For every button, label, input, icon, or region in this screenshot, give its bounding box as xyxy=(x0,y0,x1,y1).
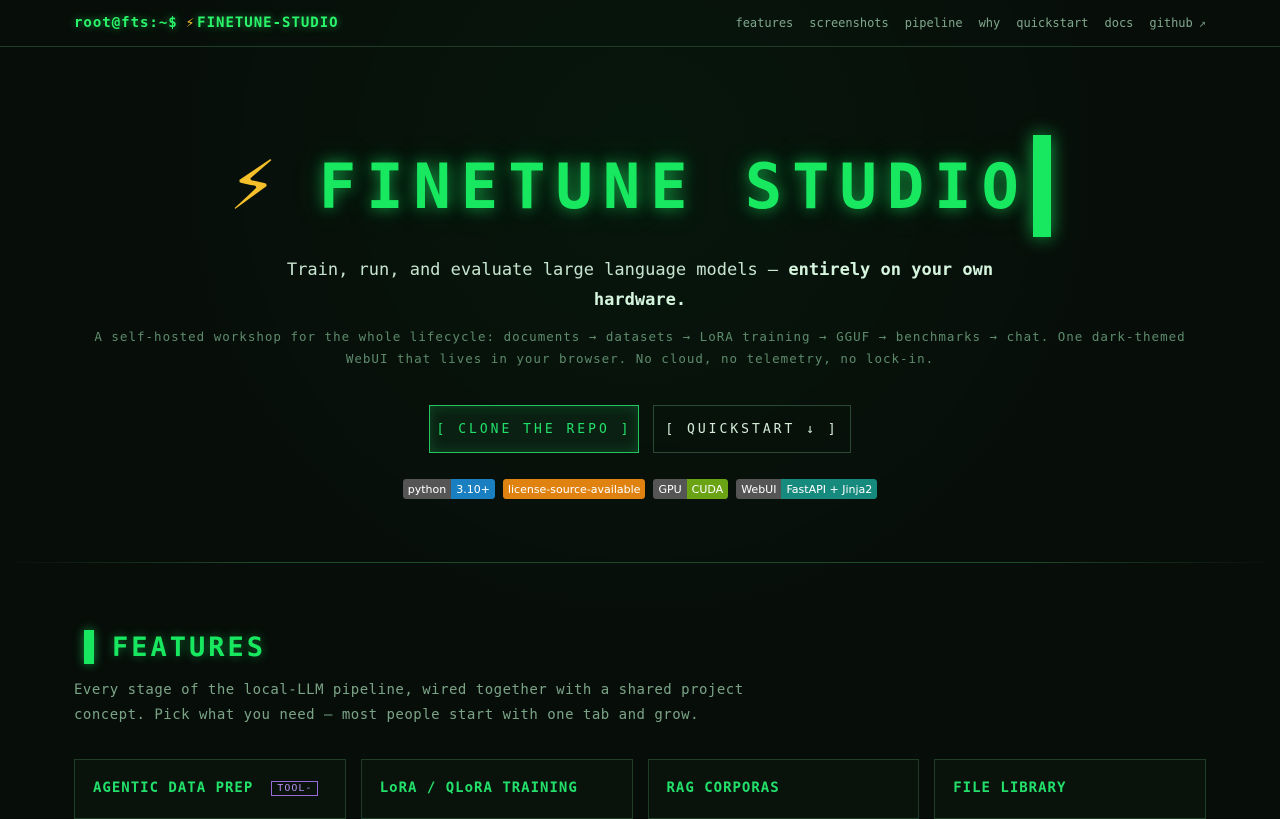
card-title: RAG CORPORAS xyxy=(666,780,780,796)
card-title: FILE LIBRARY xyxy=(953,780,1067,796)
brand[interactable]: root@fts:~$ ⚡ FINETUNE-STUDIO xyxy=(74,15,339,31)
feature-card[interactable]: FILE LIBRARY xyxy=(934,759,1206,819)
features-description: Every stage of the local-LLM pipeline, w… xyxy=(74,682,744,723)
nav-link-why[interactable]: why xyxy=(979,16,1001,30)
license-badge[interactable]: license-source-available xyxy=(502,479,646,499)
heading-bar-icon xyxy=(84,630,94,664)
external-link-icon: ↗ xyxy=(1198,16,1206,30)
brand-name: FINETUNE-STUDIO xyxy=(197,15,339,31)
card-tag: TOOL- xyxy=(271,781,319,796)
tagline-text: Train, run, and evaluate large language … xyxy=(286,260,789,280)
card-title: AGENTIC DATA PREP xyxy=(93,780,254,796)
page-title: FINETUNE STUDIO xyxy=(318,149,1029,223)
top-nav: root@fts:~$ ⚡ FINETUNE-STUDIO features s… xyxy=(0,0,1280,47)
badge-value: 3.10+ xyxy=(451,479,495,499)
card-title: LoRA / QLoRA TRAINING xyxy=(379,780,578,796)
section-divider xyxy=(0,562,1280,563)
hero-tagline: Train, run, and evaluate large language … xyxy=(280,255,1000,315)
nav-link-features[interactable]: features xyxy=(735,16,793,30)
nav-link-screenshots[interactable]: screenshots xyxy=(809,16,888,30)
lightning-icon: ⚡ xyxy=(185,15,196,31)
quickstart-button[interactable]: [ QUICKSTART ↓ ] xyxy=(653,405,851,453)
feature-card[interactable]: LoRA / QLoRA TRAINING xyxy=(360,759,633,819)
webui-badge[interactable]: WebUI FastAPI + Jinja2 xyxy=(736,479,878,499)
tagline-period: . xyxy=(675,290,687,310)
nav-link-quickstart[interactable]: quickstart xyxy=(1016,16,1088,30)
hero-buttons: [ CLONE THE REPO ] [ QUICKSTART ↓ ] xyxy=(0,405,1280,453)
feature-cards: AGENTIC DATA PREP TOOL- LoRA / QLoRA TRA… xyxy=(74,759,1206,819)
gpu-badge[interactable]: GPU CUDA xyxy=(653,479,729,499)
nav-links: features screenshots pipeline why quicks… xyxy=(735,16,1206,30)
blinking-cursor xyxy=(1032,135,1051,237)
nav-link-docs[interactable]: docs xyxy=(1105,16,1134,30)
github-link-label: github xyxy=(1149,16,1193,30)
badge-value: license-source-available xyxy=(502,479,646,499)
python-badge[interactable]: python 3.10+ xyxy=(402,479,495,499)
badge-label: python xyxy=(402,479,452,499)
terminal-prompt: root@fts:~$ xyxy=(74,15,178,31)
clone-repo-button[interactable]: [ CLONE THE REPO ] xyxy=(429,405,639,453)
badge-value: CUDA xyxy=(686,479,729,499)
badges: python 3.10+ license-source-available GP… xyxy=(0,479,1280,499)
feature-card[interactable]: AGENTIC DATA PREP TOOL- xyxy=(74,759,346,819)
features-title: FEATURES xyxy=(112,631,267,663)
badge-label: GPU xyxy=(653,479,687,499)
features-heading: FEATURES xyxy=(84,630,266,664)
feature-card[interactable]: RAG CORPORAS xyxy=(647,759,920,819)
lightning-icon: ⚡ xyxy=(229,146,277,226)
hero-title: ⚡ FINETUNE STUDIO xyxy=(0,135,1280,237)
hero-subline: A self-hosted workshop for the whole lif… xyxy=(94,329,1186,366)
badge-value: FastAPI + Jinja2 xyxy=(781,479,878,499)
nav-link-pipeline[interactable]: pipeline xyxy=(905,16,963,30)
nav-link-github[interactable]: github ↗ xyxy=(1149,16,1206,30)
badge-label: WebUI xyxy=(736,479,782,499)
